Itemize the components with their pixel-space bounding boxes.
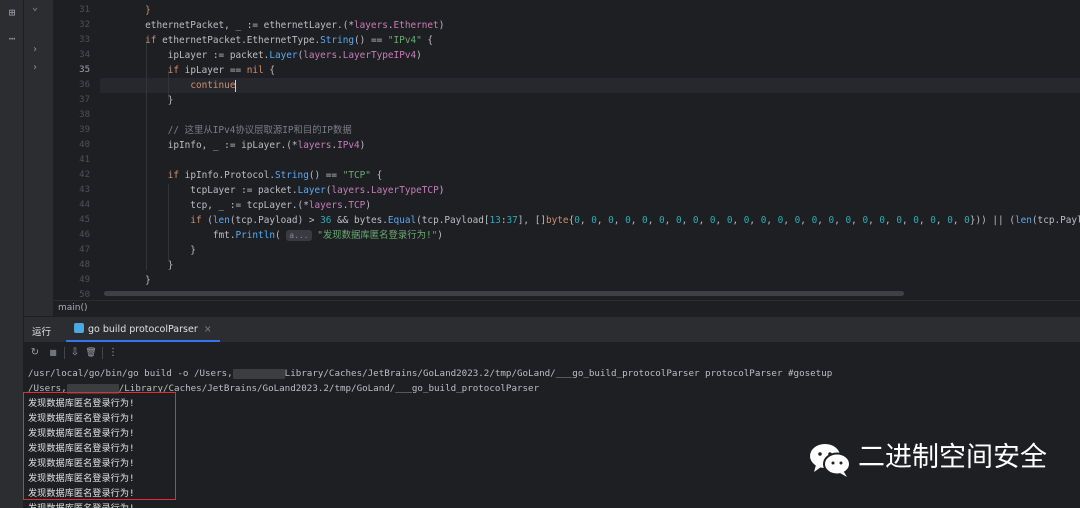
command-suffix: Library/Caches/JetBrains/GoLand2023.2/tm…: [284, 368, 833, 379]
code-line: if ethernetPacket.EthernetType.String() …: [145, 35, 434, 46]
line-number: 48: [79, 260, 90, 270]
stop-icon[interactable]: ■: [46, 346, 60, 360]
code-line: ipLayer := packet.Layer(layers.LayerType…: [100, 50, 422, 61]
line-number: 36: [79, 80, 90, 90]
toolbar-divider: [64, 347, 65, 359]
close-icon[interactable]: ×: [204, 324, 212, 335]
code-line: continue: [190, 79, 237, 92]
line-number: 43: [79, 185, 90, 195]
code-line: }: [145, 5, 151, 16]
console-command-line: /usr/local/go/bin/go build -o /Users, Lib…: [28, 366, 832, 381]
sort-icon[interactable]: ⇩: [68, 346, 82, 360]
code-line: }: [100, 260, 174, 271]
scrollbar-thumb[interactable]: [104, 291, 904, 296]
tab-label: go build protocolParser: [88, 324, 198, 335]
structure-icon[interactable]: ⊞: [4, 6, 20, 20]
line-number: 38: [79, 110, 90, 120]
line-number: 39: [79, 125, 90, 135]
more-options-icon[interactable]: ⋮: [106, 346, 120, 360]
line-number: 49: [79, 275, 90, 285]
run-tool-window-header: 运行 go build protocolParser ×: [24, 316, 1080, 342]
wechat-icon: [810, 444, 851, 477]
line-number: 41: [79, 155, 90, 165]
code-line: fmt.Println( a... "发现数据库匿名登录行为!"): [100, 230, 443, 241]
code-line: ipInfo, _ := ipLayer.(*layers.IPv4): [100, 140, 366, 151]
line-number: 34: [79, 50, 90, 60]
editor-gutter: 3031323334353637383940414243444546474849…: [54, 0, 100, 300]
line-number: 37: [79, 95, 90, 105]
console-output-line: 发现数据库匿名登录行为!: [28, 501, 135, 508]
code-line: tcpLayer := packet.Layer(layers.LayerTyp…: [100, 185, 445, 196]
tab-go-build[interactable]: go build protocolParser ×: [66, 317, 220, 342]
redacted-username: [232, 368, 285, 379]
line-number: 35: [79, 65, 90, 75]
code-line: if (len(tcp.Payload) > 36 && bytes.Equal…: [190, 215, 1080, 226]
code-line: }: [100, 245, 196, 256]
exe-suffix: /Library/Caches/JetBrains/GoLand2023.2/t…: [118, 383, 540, 394]
line-number: 42: [79, 170, 90, 180]
line-number: 46: [79, 230, 90, 240]
line-number: 44: [79, 200, 90, 210]
chevron-down-icon[interactable]: ⌄: [32, 2, 38, 13]
run-toolbar: ↻ ■ ⇩ 🗑 ⋮: [24, 342, 1080, 364]
toolbar-divider: [102, 347, 103, 359]
line-number: 40: [79, 140, 90, 150]
more-tools-icon[interactable]: ⋯: [4, 32, 20, 46]
breadcrumb-item[interactable]: main(): [58, 303, 88, 313]
chevron-right-icon[interactable]: ›: [32, 62, 38, 73]
code-line: ethernetPacket, _ := ethernetLayer.(*lay…: [100, 20, 445, 31]
line-number: 31: [79, 5, 90, 15]
horizontal-scrollbar[interactable]: [100, 290, 1080, 298]
go-icon: [74, 323, 84, 333]
run-console[interactable]: /usr/local/go/bin/go build -o /Users, Lib…: [24, 364, 1080, 508]
code-line: if ipLayer == nil {: [167, 65, 275, 76]
run-title: 运行: [32, 327, 52, 338]
code-line: // 这里从IPv4协议层取源IP和目的IP数据: [167, 125, 352, 136]
activity-bar: ⊞ ⋯: [0, 0, 24, 508]
highlight-box: [23, 392, 176, 500]
code-line: }: [100, 275, 151, 286]
trash-icon[interactable]: 🗑: [84, 346, 98, 360]
line-number: 32: [79, 20, 90, 30]
code-line: tcp, _ := tcpLayer.(*layers.TCP): [100, 200, 371, 211]
command-prefix: /usr/local/go/bin/go build -o /Users,: [28, 368, 233, 379]
breadcrumb[interactable]: main(): [54, 300, 1080, 316]
line-number: 45: [79, 215, 90, 225]
code-line: if ipInfo.Protocol.String() == "TCP" {: [167, 170, 383, 181]
watermark-text: 二进制空间安全: [858, 442, 1047, 473]
project-tree: ⌄ › ›: [24, 0, 54, 316]
current-line-highlight: [100, 78, 1080, 93]
line-number: 33: [79, 35, 90, 45]
rerun-icon[interactable]: ↻: [28, 346, 42, 360]
code-line: }: [100, 95, 174, 106]
chevron-right-icon[interactable]: ›: [32, 44, 38, 55]
code-editor[interactable]: } ethernetPacket, _ := ethernetLayer.(*l…: [100, 0, 1080, 300]
line-number: 47: [79, 245, 90, 255]
